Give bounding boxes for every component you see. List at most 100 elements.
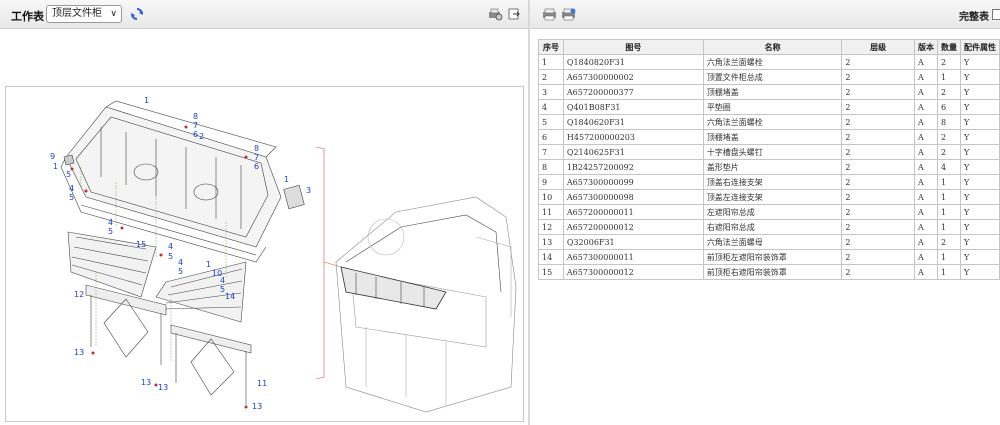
table-row[interactable]: 12 A657200000012 右遮阳帘总成 2 A 1 Y (538, 219, 1000, 235)
table-row[interactable]: 14 A657300000011 前顶柜左遮阳帘装饰罩 2 A 1 Y (538, 249, 1000, 265)
table-row[interactable]: 4 Q401B08F31 平垫圈 2 A 6 Y (538, 99, 1000, 115)
callout-14: 14 (225, 292, 235, 301)
table-cell: 1 (538, 54, 564, 70)
callout-1d: 1 (206, 260, 211, 269)
table-cell: 2 (841, 69, 915, 85)
worksheet-title: 工作表 (11, 10, 44, 23)
callout-1c: 1 (284, 175, 289, 184)
table-row[interactable]: 11 A657200000011 左遮阳帘总成 2 A 1 Y (538, 204, 1000, 220)
col-header[interactable]: 版本 (913, 39, 938, 55)
col-header[interactable]: 层级 (841, 39, 915, 55)
table-cell: A (913, 264, 938, 280)
complete-table-label: 完整表 (959, 12, 989, 23)
table-cell: Y (959, 99, 1000, 115)
table-cell: A657200000011 (562, 204, 704, 220)
table-cell: 1 (936, 174, 961, 190)
table-cell: A657300000099 (562, 174, 704, 190)
table-cell: A657200000377 (562, 84, 704, 100)
callout-8: 8 (193, 112, 198, 121)
table-cell: Y (959, 54, 1000, 70)
table-row[interactable]: 5 Q1840620F31 六角法兰面螺栓 2 A 8 Y (538, 114, 1000, 130)
table-cell: Y (959, 204, 1000, 220)
table-cell: 6 (538, 129, 564, 145)
table-cell: Y (959, 159, 1000, 175)
table-cell: 2 (841, 144, 915, 160)
table-cell: 2 (841, 129, 915, 145)
left-panel: 工作表 顶层文件柜 ∨ 1 8 7 6 2 9 1 5 4 5 8 7 6 1 … (0, 0, 528, 425)
table-cell: 前顶柜左遮阳帘装饰罩 (702, 249, 843, 265)
callout-5b: 5 (69, 193, 74, 202)
table-cell: H457200000203 (562, 129, 704, 145)
table-cell: 5 (538, 114, 564, 130)
cabinet-select[interactable]: 顶层文件柜 ∨ (46, 5, 122, 23)
table-row[interactable]: 15 A657300000012 前顶柜右遮阳帘装饰罩 2 A 1 Y (538, 264, 1000, 280)
table-row[interactable]: 13 Q32006F31 六角法兰面螺母 2 A 2 Y (538, 234, 1000, 250)
col-header[interactable]: 名称 (702, 39, 843, 55)
table-cell: 12 (538, 219, 564, 235)
table-cell: 9 (538, 174, 564, 190)
table-cell: 2 (841, 159, 915, 175)
table-cell: 六角法兰面螺栓 (702, 114, 843, 130)
table-cell: 2 (841, 204, 915, 220)
table-cell: 2 (538, 69, 564, 85)
callout-2: 2 (199, 132, 204, 141)
table-cell: 2 (841, 99, 915, 115)
table-cell: 2 (936, 54, 961, 70)
callout-11: 11 (257, 379, 267, 388)
callout-7b: 7 (254, 153, 259, 162)
callout-4: 4 (69, 184, 74, 193)
callout-5e: 5 (178, 267, 183, 276)
table-cell: 右遮阳帘总成 (702, 219, 843, 235)
table-cell: 1 (936, 189, 961, 205)
callout-1b: 1 (53, 162, 58, 171)
callout-4e: 4 (220, 276, 225, 285)
table-cell: 8 (538, 159, 564, 175)
table-cell: Y (959, 114, 1000, 130)
table-cell: 4 (936, 159, 961, 175)
table-cell: 2 (841, 174, 915, 190)
table-cell: 1B24257200092 (562, 159, 704, 175)
table-row[interactable]: 8 1B24257200092 盖形垫片 2 A 4 Y (538, 159, 1000, 175)
export-icon[interactable] (508, 8, 520, 20)
table-row[interactable]: 2 A657300000002 顶置文件柜总成 2 A 1 Y (538, 69, 1000, 85)
refresh-icon[interactable] (130, 7, 144, 21)
table-cell: 1 (936, 219, 961, 235)
table-cell: Y (959, 189, 1000, 205)
cabinet-select-value: 顶层文件柜 (52, 8, 102, 19)
callout-4b: 4 (108, 218, 113, 227)
callout-13d: 13 (252, 402, 262, 411)
table-cell: A (913, 129, 938, 145)
table-cell: 左遮阳帘总成 (702, 204, 843, 220)
col-header[interactable]: 序号 (538, 39, 564, 55)
table-row[interactable]: 9 A657300000099 顶盖右连接支架 2 A 1 Y (538, 174, 1000, 190)
table-row[interactable]: 10 A657300000098 顶盖左连接支架 2 A 1 Y (538, 189, 1000, 205)
table-row[interactable]: 6 H457200000203 顶棚堵盖 2 A 2 Y (538, 129, 1000, 145)
table-row[interactable]: 3 A657200000377 顶棚堵盖 2 A 2 Y (538, 84, 1000, 100)
table-cell: 顶置文件柜总成 (702, 69, 843, 85)
right-panel: 完整表 序号 图号 名称 层级 版本 数量 配件属性 1 Q1840820F31 六… (530, 0, 1000, 425)
table-cell: A (913, 84, 938, 100)
col-header[interactable]: 数量 (936, 39, 961, 55)
table-cell: A657300000011 (562, 249, 704, 265)
print-icon[interactable] (542, 8, 557, 21)
col-header[interactable]: 图号 (562, 39, 704, 55)
table-cell: 1 (936, 69, 961, 85)
table-cell: 13 (538, 234, 564, 250)
print-all-icon[interactable] (561, 8, 576, 21)
col-header[interactable]: 配件属性 (959, 39, 1000, 55)
table-cell: A657300000012 (562, 264, 704, 280)
exploded-parts-drawing: 1 8 7 6 2 9 1 5 4 5 8 7 6 1 3 4 5 15 4 5 (5, 86, 524, 422)
complete-table-checkbox[interactable] (992, 9, 1000, 20)
table-cell: 8 (936, 114, 961, 130)
table-cell: A (913, 144, 938, 160)
table-cell: 1 (936, 204, 961, 220)
table-cell: 顶盖左连接支架 (702, 189, 843, 205)
table-cell: 15 (538, 264, 564, 280)
callout-7: 7 (193, 121, 198, 130)
table-row[interactable]: 7 Q2140625F31 十字槽盘头螺钉 2 A 2 Y (538, 144, 1000, 160)
table-row[interactable]: 1 Q1840820F31 六角法兰面螺栓 2 A 2 Y (538, 54, 1000, 70)
chevron-down-icon: ∨ (110, 9, 117, 19)
print-preview-icon[interactable] (488, 8, 503, 21)
table-cell: Y (959, 69, 1000, 85)
callout-6b: 6 (254, 162, 259, 171)
